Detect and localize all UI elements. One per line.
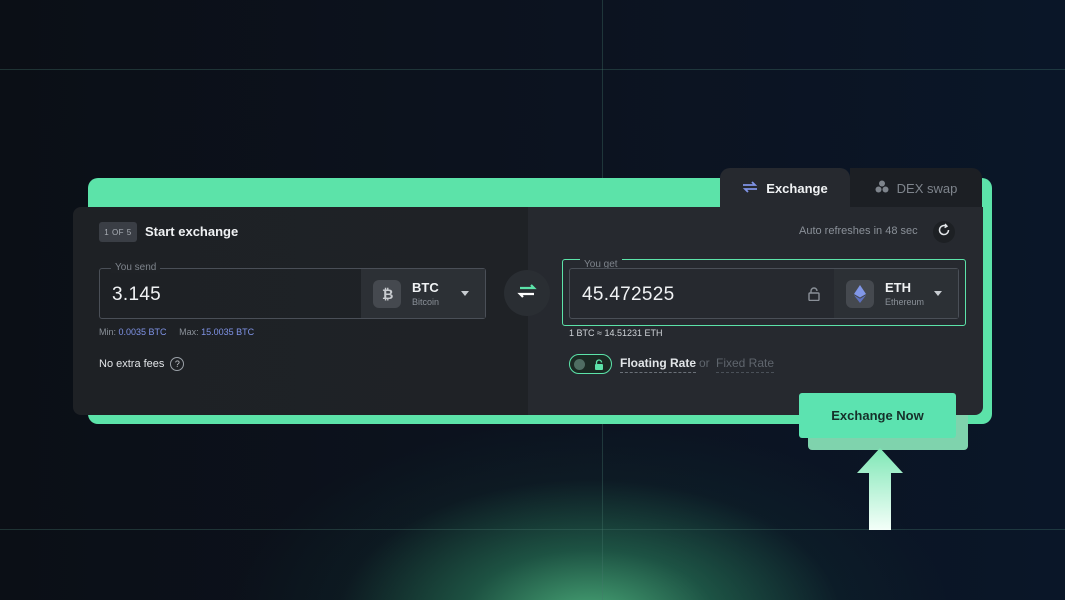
- auto-refresh-text: Auto refreshes in 48 sec: [799, 225, 918, 237]
- tab-exchange[interactable]: Exchange: [720, 168, 850, 208]
- exchange-arrows-icon: [742, 180, 758, 196]
- bitcoin-icon: ₿: [373, 279, 401, 308]
- send-field: You send 3.145 ₿ BTC Bitcoin: [99, 262, 486, 319]
- lock-icon: [594, 358, 604, 376]
- toggle-knob: [574, 359, 585, 370]
- get-field: You get 45.472525 ETH Ethereum: [562, 259, 966, 326]
- page-title: Start exchange: [145, 224, 239, 239]
- chevron-down-icon: [461, 291, 469, 296]
- send-coin-ticker: BTC: [412, 280, 439, 295]
- max-value: 15.0035 BTC: [201, 327, 255, 337]
- help-icon[interactable]: ?: [170, 357, 185, 371]
- lock-icon[interactable]: [808, 287, 820, 306]
- min-value: 0.0035 BTC: [118, 327, 167, 337]
- get-coin-ticker: ETH: [885, 280, 911, 295]
- grid-line-horizontal-top: [0, 69, 1065, 70]
- send-amount-input[interactable]: 3.145: [112, 284, 161, 306]
- exchange-now-button[interactable]: Exchange Now: [799, 393, 956, 438]
- send-coin-selector[interactable]: ₿ BTC Bitcoin: [361, 269, 485, 318]
- floating-rate-option[interactable]: Floating Rate: [620, 356, 697, 373]
- swap-arrows-icon: [517, 283, 537, 304]
- fixed-rate-option[interactable]: Fixed Rate: [716, 356, 775, 373]
- chevron-down-icon: [934, 291, 942, 296]
- rate-or-text: or: [699, 356, 710, 370]
- refresh-button[interactable]: [933, 221, 955, 243]
- step-badge: 1 OF 5: [99, 222, 137, 242]
- get-amount-value: 45.472525: [582, 284, 675, 305]
- max-label: Max:: [179, 327, 199, 337]
- no-fees-label: No extra fees: [99, 358, 165, 370]
- send-coin-name: Bitcoin: [412, 297, 440, 307]
- arrow-up-icon: [857, 448, 903, 530]
- get-coin-name: Ethereum: [885, 297, 925, 307]
- tab-dex-swap-label: DEX swap: [896, 180, 958, 196]
- get-coin-selector[interactable]: ETH Ethereum: [834, 269, 958, 318]
- tab-exchange-label: Exchange: [766, 180, 828, 196]
- exchange-card: 1 OF 5 Start exchange Auto refreshes in …: [73, 207, 983, 415]
- min-label: Min:: [99, 327, 117, 337]
- swap-direction-button[interactable]: [504, 270, 550, 316]
- dex-dots-icon: [875, 180, 889, 196]
- no-fees-note: No extra fees ?: [99, 357, 185, 371]
- rate-type-toggle[interactable]: [569, 354, 612, 374]
- grid-line-horizontal-bottom: [0, 529, 1065, 530]
- tab-dex-swap[interactable]: DEX swap: [850, 168, 982, 208]
- mode-tabs: Exchange DEX swap: [720, 168, 982, 208]
- exchange-rate-text: 1 BTC ≈ 14.51231 ETH: [569, 328, 663, 338]
- send-limits: Min: 0.0035 BTC Max: 15.0035 BTC: [99, 327, 254, 337]
- ethereum-icon: [846, 279, 874, 308]
- svg-text:₿: ₿: [382, 287, 393, 302]
- refresh-icon: [937, 223, 951, 242]
- send-field-label: You send: [111, 262, 161, 273]
